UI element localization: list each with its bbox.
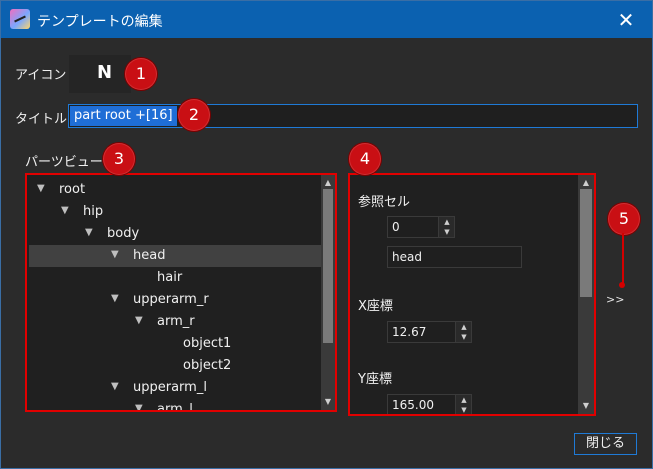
spin-down-icon[interactable]: ▼	[456, 405, 472, 414]
close-icon[interactable]: ✕	[615, 9, 637, 31]
tree-node-label: object1	[183, 336, 232, 351]
tree-node-label: hip	[83, 204, 104, 219]
ref-cell-label: 参照セル	[358, 195, 411, 210]
scroll-down-icon[interactable]: ▼	[580, 400, 592, 412]
tree-node-hair[interactable]: hair	[29, 267, 323, 289]
properties-scrollbar[interactable]: ▲ ▼	[578, 175, 594, 414]
expand-caret-icon[interactable]: ▼	[135, 404, 145, 411]
x-coordinate-stepper[interactable]: 12.67 ▲ ▼	[387, 321, 472, 343]
properties-panel[interactable]: 参照セル 0 ▲ ▼ head X座標 12.67 ▲ ▼ Y座標 165.00…	[348, 173, 596, 416]
tree-node-label: upperarm_r	[133, 292, 209, 307]
ref-cell-name-field[interactable]: head	[387, 246, 522, 268]
expand-caret-icon[interactable]: ▼	[111, 250, 121, 260]
tree-node-object1[interactable]: object1	[29, 333, 323, 355]
parts-tree[interactable]: ▼ root ▼ hip ▼ body ▼ head hair ▼ uppera…	[25, 173, 337, 412]
icon-label: アイコン	[15, 68, 67, 83]
ref-cell-value[interactable]: 0	[392, 220, 400, 234]
title-input-value[interactable]: part root +[16]	[70, 106, 177, 126]
app-icon	[10, 9, 30, 29]
expand-caret-icon[interactable]: ▼	[111, 382, 121, 392]
ref-cell-name-value[interactable]: head	[392, 250, 422, 264]
tree-node-label: root	[59, 182, 86, 197]
scroll-down-icon[interactable]: ▼	[323, 396, 333, 408]
tree-node-upperarm-r[interactable]: ▼ upperarm_r	[29, 289, 323, 311]
close-button[interactable]: 閉じる	[574, 433, 637, 455]
expand-caret-icon[interactable]: ▼	[61, 206, 71, 216]
tree-node-arm-l[interactable]: ▼ arm_l	[29, 399, 323, 412]
tree-node-upperarm-l[interactable]: ▼ upperarm_l	[29, 377, 323, 399]
annotation-badge-1: 1	[125, 58, 157, 90]
annotation-connector	[622, 233, 624, 285]
tree-node-label: arm_l	[157, 402, 193, 412]
expand-caret-icon[interactable]: ▼	[111, 294, 121, 304]
annotation-dot	[619, 282, 625, 288]
tree-node-hip[interactable]: ▼ hip	[29, 201, 323, 223]
spin-down-icon[interactable]: ▼	[456, 332, 472, 342]
tree-scrollbar[interactable]: ▲ ▼	[321, 175, 335, 410]
tree-node-label: body	[107, 226, 140, 241]
annotation-badge-4: 4	[349, 143, 381, 175]
tree-node-label: hair	[157, 270, 183, 285]
y-coordinate-stepper[interactable]: 165.00 ▲ ▼	[387, 394, 472, 414]
expand-caret-icon[interactable]: ▼	[135, 316, 145, 326]
ref-cell-stepper[interactable]: 0 ▲ ▼	[387, 216, 455, 238]
spin-up-icon[interactable]: ▲	[456, 322, 472, 332]
scroll-thumb[interactable]	[580, 189, 592, 297]
tree-node-label: arm_r	[157, 314, 195, 329]
tree-node-object2[interactable]: object2	[29, 355, 323, 377]
x-coordinate-label: X座標	[358, 299, 393, 314]
parts-view-label: パーツビュー	[25, 155, 103, 170]
scroll-up-icon[interactable]: ▲	[323, 177, 333, 189]
title-bar: テンプレートの編集 ✕	[1, 1, 652, 38]
annotation-badge-3: 3	[103, 143, 135, 175]
tree-node-arm-r[interactable]: ▼ arm_r	[29, 311, 323, 333]
icon-letter: N	[97, 62, 113, 83]
annotation-badge-2: 2	[178, 99, 210, 131]
tree-node-head[interactable]: ▼ head	[29, 245, 323, 267]
tree-node-label: head	[133, 248, 166, 263]
x-coordinate-value[interactable]: 12.67	[392, 325, 426, 339]
spin-down-icon[interactable]: ▼	[439, 227, 455, 237]
y-coordinate-label: Y座標	[358, 372, 392, 387]
tree-node-label: object2	[183, 358, 232, 373]
scroll-thumb[interactable]	[323, 189, 333, 343]
title-label: タイトル	[15, 112, 68, 127]
tree-node-body[interactable]: ▼ body	[29, 223, 323, 245]
expand-caret-icon[interactable]: ▼	[37, 184, 47, 194]
scroll-up-icon[interactable]: ▲	[580, 177, 592, 189]
spin-up-icon[interactable]: ▲	[456, 395, 472, 405]
tree-node-label: upperarm_l	[133, 380, 207, 395]
y-coordinate-value[interactable]: 165.00	[392, 398, 434, 412]
tree-node-root[interactable]: ▼ root	[29, 179, 323, 201]
expand-button[interactable]: >>	[606, 293, 624, 306]
spin-up-icon[interactable]: ▲	[439, 217, 455, 227]
window-title: テンプレートの編集	[37, 14, 163, 30]
annotation-badge-5: 5	[608, 203, 640, 235]
template-edit-window: テンプレートの編集 ✕ アイコン N タイトル part root +[16] …	[0, 0, 653, 469]
expand-caret-icon[interactable]: ▼	[85, 228, 95, 238]
